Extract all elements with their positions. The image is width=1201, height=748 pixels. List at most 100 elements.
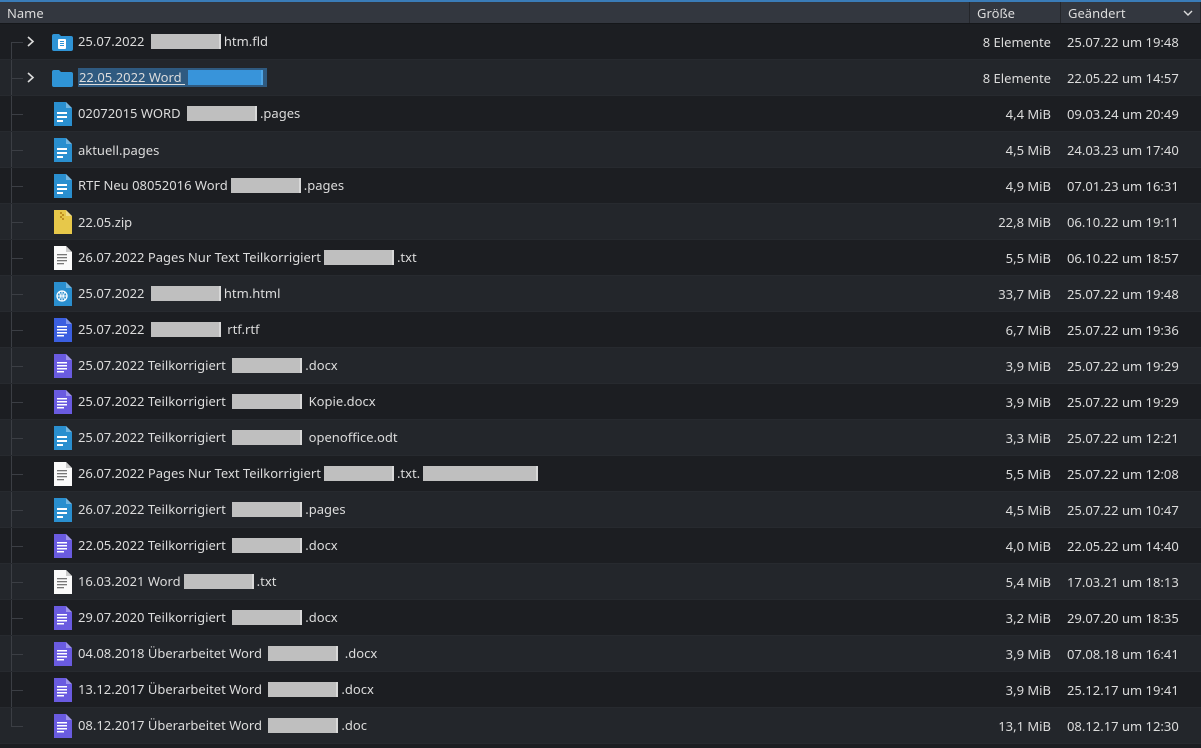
docx-icon xyxy=(48,534,76,558)
file-row[interactable]: 25.07.2022 Teilkorrigiert openoffice.odt… xyxy=(0,420,1201,456)
file-name[interactable]: 02072015 WORD .pages xyxy=(76,104,970,123)
file-size: 33,7 MiB xyxy=(970,285,1061,303)
file-row[interactable]: 25.07.2022 htm.html33,7 MiB25.07.22 um 1… xyxy=(0,276,1201,312)
redacted-segment xyxy=(232,358,302,373)
file-row[interactable]: 22.05.zip22,8 MiB06.10.22 um 19:11 xyxy=(0,204,1201,240)
file-size: 3,9 MiB xyxy=(970,357,1061,375)
file-size: 5,5 MiB xyxy=(970,249,1061,267)
folder-doc-icon xyxy=(48,33,76,51)
file-modified: 22.05.22 um 14:40 xyxy=(1061,537,1201,555)
expand-arrow-icon[interactable] xyxy=(22,70,38,86)
file-name[interactable]: 29.07.2020 Teilkorrigiert .docx xyxy=(76,608,970,627)
file-size: 3,9 MiB xyxy=(970,645,1061,663)
file-name[interactable]: RTF Neu 08052016 Word.pages xyxy=(76,176,970,195)
file-size: 3,9 MiB xyxy=(970,681,1061,699)
redacted-segment xyxy=(232,394,302,409)
file-row[interactable]: 22.05.2022 Teilkorrigiert .docx4,0 MiB22… xyxy=(0,528,1201,564)
file-name[interactable]: 08.12.2017 Überarbeitet Word .doc xyxy=(76,716,970,735)
file-row[interactable]: 25.07.2022 rtf.rtf6,7 MiB25.07.22 um 19:… xyxy=(0,312,1201,348)
tree-guide xyxy=(0,276,48,311)
file-modified: 25.07.22 um 19:29 xyxy=(1061,393,1201,411)
column-header: Name Größe Geändert xyxy=(0,0,1201,24)
file-modified: 22.05.22 um 14:57 xyxy=(1061,69,1201,87)
html-icon xyxy=(48,282,76,306)
file-row[interactable]: 13.12.2017 Überarbeitet Word .docx3,9 Mi… xyxy=(0,672,1201,708)
file-name[interactable]: 04.08.2018 Überarbeitet Word .docx xyxy=(76,644,970,663)
tree-guide xyxy=(0,528,48,563)
redacted-segment xyxy=(151,322,221,337)
file-name[interactable]: 25.07.2022 Teilkorrigiert Kopie.docx xyxy=(76,392,970,411)
docx-icon xyxy=(48,714,76,738)
redacted-segment xyxy=(188,70,263,85)
redacted-segment xyxy=(232,502,302,517)
txt-icon xyxy=(48,570,76,594)
file-name[interactable]: aktuell.pages xyxy=(76,141,970,159)
column-size[interactable]: Größe xyxy=(970,2,1061,23)
redacted-segment xyxy=(187,106,257,121)
file-row[interactable]: 16.03.2021 Word.txt5,4 MiB17.03.21 um 18… xyxy=(0,564,1201,600)
file-modified: 25.12.17 um 19:41 xyxy=(1061,681,1201,699)
file-name[interactable]: 25.07.2022 rtf.rtf xyxy=(76,320,970,339)
file-modified: 25.07.22 um 19:29 xyxy=(1061,357,1201,375)
file-name[interactable]: 25.07.2022 htm.fld xyxy=(76,32,970,51)
file-name[interactable]: 22.05.2022 Word xyxy=(76,68,970,87)
redacted-segment xyxy=(151,34,221,49)
tree-guide xyxy=(0,708,48,743)
zip-icon xyxy=(48,210,76,234)
file-size: 4,5 MiB xyxy=(970,141,1061,159)
tree-guide xyxy=(0,348,48,383)
file-size: 22,8 MiB xyxy=(970,213,1061,231)
file-name[interactable]: 22.05.zip xyxy=(76,213,970,231)
column-modified[interactable]: Geändert xyxy=(1061,2,1201,23)
file-size: 13,1 MiB xyxy=(970,717,1061,735)
file-row[interactable]: 25.07.2022 htm.fld8 Elemente25.07.22 um … xyxy=(0,24,1201,60)
file-name[interactable]: 16.03.2021 Word.txt xyxy=(76,572,970,591)
file-size: 5,4 MiB xyxy=(970,573,1061,591)
tree-guide xyxy=(0,312,48,347)
file-size: 4,4 MiB xyxy=(970,105,1061,123)
file-name[interactable]: 25.07.2022 Teilkorrigiert .docx xyxy=(76,356,970,375)
pages-icon xyxy=(48,138,76,162)
column-modified-label: Geändert xyxy=(1068,4,1126,22)
file-size: 3,2 MiB xyxy=(970,609,1061,627)
file-row[interactable]: 02072015 WORD .pages4,4 MiB09.03.24 um 2… xyxy=(0,96,1201,132)
odt-icon xyxy=(48,426,76,450)
pages-icon xyxy=(48,498,76,522)
file-row[interactable]: aktuell.pages4,5 MiB24.03.23 um 17:40 xyxy=(0,132,1201,168)
file-row[interactable]: 26.07.2022 Pages Nur Text Teilkorrigiert… xyxy=(0,240,1201,276)
file-modified: 25.07.22 um 19:48 xyxy=(1061,33,1201,51)
file-name[interactable]: 13.12.2017 Überarbeitet Word .docx xyxy=(76,680,970,699)
file-row[interactable]: 25.07.2022 Teilkorrigiert Kopie.docx3,9 … xyxy=(0,384,1201,420)
redacted-segment xyxy=(232,538,302,553)
file-row[interactable]: 29.07.2020 Teilkorrigiert .docx3,2 MiB29… xyxy=(0,600,1201,636)
file-row[interactable]: 08.12.2017 Überarbeitet Word .doc13,1 Mi… xyxy=(0,708,1201,744)
file-name[interactable]: 26.07.2022 Teilkorrigiert .pages xyxy=(76,500,970,519)
redacted-segment xyxy=(268,682,338,697)
file-row[interactable]: 26.07.2022 Pages Nur Text Teilkorrigiert… xyxy=(0,456,1201,492)
expand-arrow-icon[interactable] xyxy=(22,34,38,50)
file-row[interactable]: 26.07.2022 Teilkorrigiert .pages4,5 MiB2… xyxy=(0,492,1201,528)
file-name[interactable]: 26.07.2022 Pages Nur Text Teilkorrigiert… xyxy=(76,248,970,267)
file-name[interactable]: 26.07.2022 Pages Nur Text Teilkorrigiert… xyxy=(76,464,970,483)
rtf-icon xyxy=(48,318,76,342)
file-name[interactable]: 22.05.2022 Teilkorrigiert .docx xyxy=(76,536,970,555)
file-modified: 25.07.22 um 10:47 xyxy=(1061,501,1201,519)
tree-guide xyxy=(0,420,48,455)
tree-guide xyxy=(0,636,48,671)
file-name[interactable]: 25.07.2022 Teilkorrigiert openoffice.odt xyxy=(76,428,970,447)
file-row[interactable]: 22.05.2022 Word 8 Elemente22.05.22 um 14… xyxy=(0,60,1201,96)
tree-guide xyxy=(0,168,48,203)
file-row[interactable]: 25.07.2022 Teilkorrigiert .docx3,9 MiB25… xyxy=(0,348,1201,384)
tree-guide xyxy=(0,96,48,131)
file-modified: 07.01.23 um 16:31 xyxy=(1061,177,1201,195)
pages-icon xyxy=(48,102,76,126)
file-row[interactable]: 04.08.2018 Überarbeitet Word .docx3,9 Mi… xyxy=(0,636,1201,672)
file-row[interactable]: RTF Neu 08052016 Word.pages4,9 MiB07.01.… xyxy=(0,168,1201,204)
file-name[interactable]: 25.07.2022 htm.html xyxy=(76,284,970,303)
docx-icon xyxy=(48,642,76,666)
redacted-segment xyxy=(151,286,221,301)
docx-icon xyxy=(48,678,76,702)
tree-guide xyxy=(0,204,48,239)
tree-guide xyxy=(0,384,48,419)
column-name[interactable]: Name xyxy=(0,2,970,23)
